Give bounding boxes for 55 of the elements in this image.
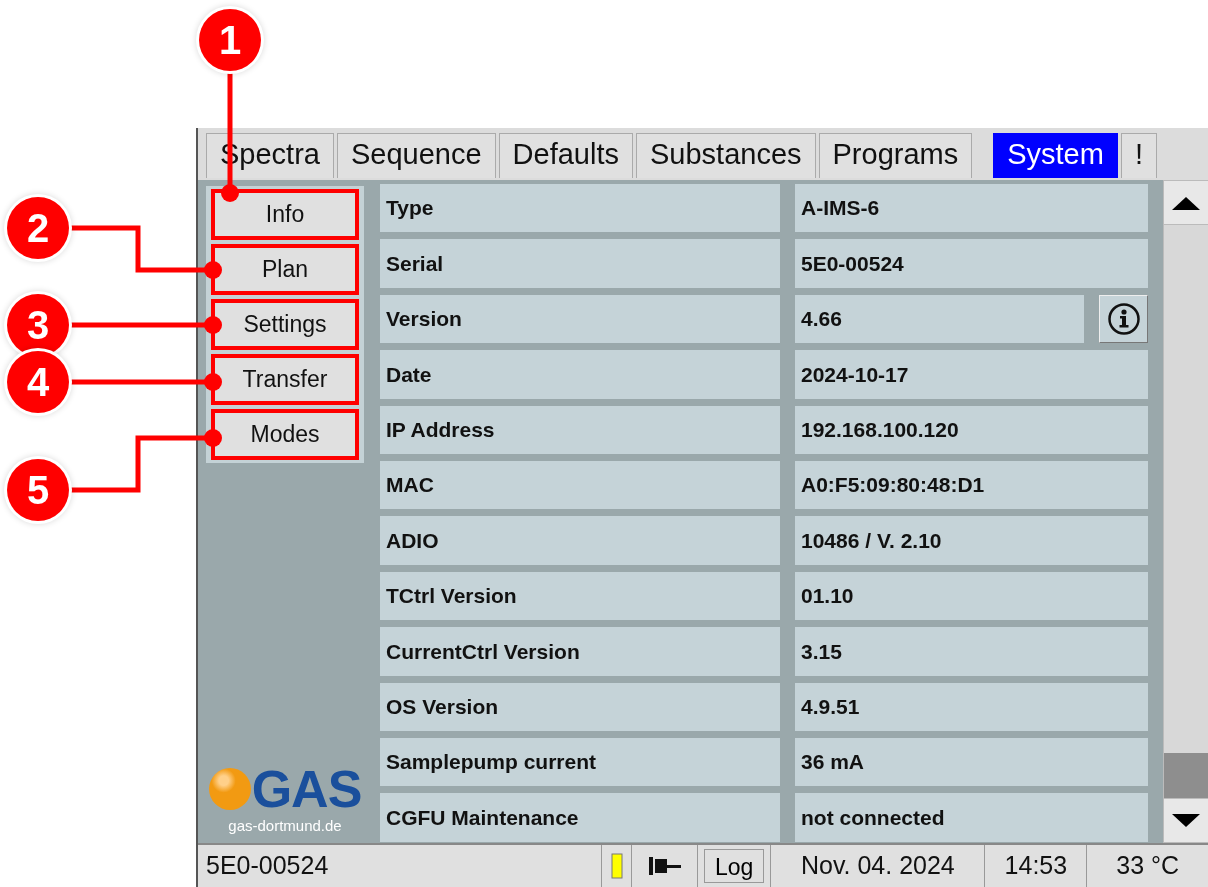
row-value: 4.9.51	[795, 682, 1148, 731]
sidebar-button[interactable]: Modes	[214, 412, 356, 457]
tab[interactable]: Substances	[635, 133, 816, 178]
status-indicator-icon	[610, 853, 623, 879]
row-value: 5E0-00524	[795, 239, 1148, 288]
down-arrow-icon	[1171, 812, 1201, 829]
up-arrow-icon	[1171, 194, 1201, 211]
row-label: ADIO	[380, 516, 780, 565]
row-label: CGFU Maintenance	[380, 793, 780, 842]
row-label: Samplepump current	[380, 737, 780, 787]
row-value: 192.168.100.120	[795, 405, 1148, 454]
website-url: gas-dortmund.de	[228, 815, 342, 836]
row-label: OS Version	[380, 682, 780, 731]
plug-icon	[647, 856, 682, 876]
row-label: Serial	[380, 239, 780, 288]
row-value: 3.15	[795, 627, 1148, 676]
callout-number: 2	[7, 197, 69, 259]
row-value: 01.10	[795, 571, 1148, 621]
row-label: Date	[380, 350, 780, 399]
row-label: Type	[380, 184, 780, 233]
temperature-text: 33 °C	[1115, 850, 1181, 882]
row-label: CurrentCtrl Version	[380, 627, 780, 676]
row-value: 10486 / V. 2.10	[795, 516, 1148, 565]
row-label: MAC	[380, 460, 780, 510]
serial-number: 5E0-00524	[198, 845, 602, 887]
row-value: not connected	[795, 793, 1148, 842]
info-icon	[1106, 301, 1141, 336]
gas-logo: GAS	[208, 762, 362, 815]
tab[interactable]: System	[993, 133, 1118, 178]
sidebar-button[interactable]: Settings	[214, 302, 356, 347]
callout-number: 5	[7, 459, 69, 521]
scroll-down-button[interactable]	[1164, 798, 1208, 843]
row-value: 4.66	[795, 294, 1084, 344]
time-text: 14:53	[985, 845, 1088, 887]
row-value: A-IMS-6	[795, 184, 1148, 233]
row-value: A0:F5:09:80:48:D1	[795, 460, 1148, 510]
row-label: IP Address	[380, 405, 780, 454]
scrollbar-thumb[interactable]	[1164, 753, 1208, 798]
date-text: Nov. 04. 2024	[771, 845, 986, 887]
sidebar-button[interactable]: Plan	[214, 247, 356, 292]
callout-number: 4	[7, 351, 69, 413]
sidebar-button[interactable]: Transfer	[214, 357, 356, 402]
row-value: 2024-10-17	[795, 350, 1148, 399]
row-label: TCtrl Version	[380, 571, 780, 621]
sidebar-button[interactable]: Info	[214, 192, 356, 237]
tab[interactable]: !	[1120, 133, 1157, 178]
tab[interactable]: Programs	[818, 133, 973, 178]
tab[interactable]: Defaults	[498, 133, 633, 178]
log-button[interactable]: Log	[704, 849, 765, 883]
callout-number: 1	[199, 9, 261, 71]
row-value: 36 mA	[795, 737, 1148, 787]
scroll-up-button[interactable]	[1164, 180, 1208, 225]
tab[interactable]: Sequence	[336, 133, 496, 178]
row-label: Version	[380, 294, 780, 344]
info-button[interactable]	[1099, 294, 1148, 344]
